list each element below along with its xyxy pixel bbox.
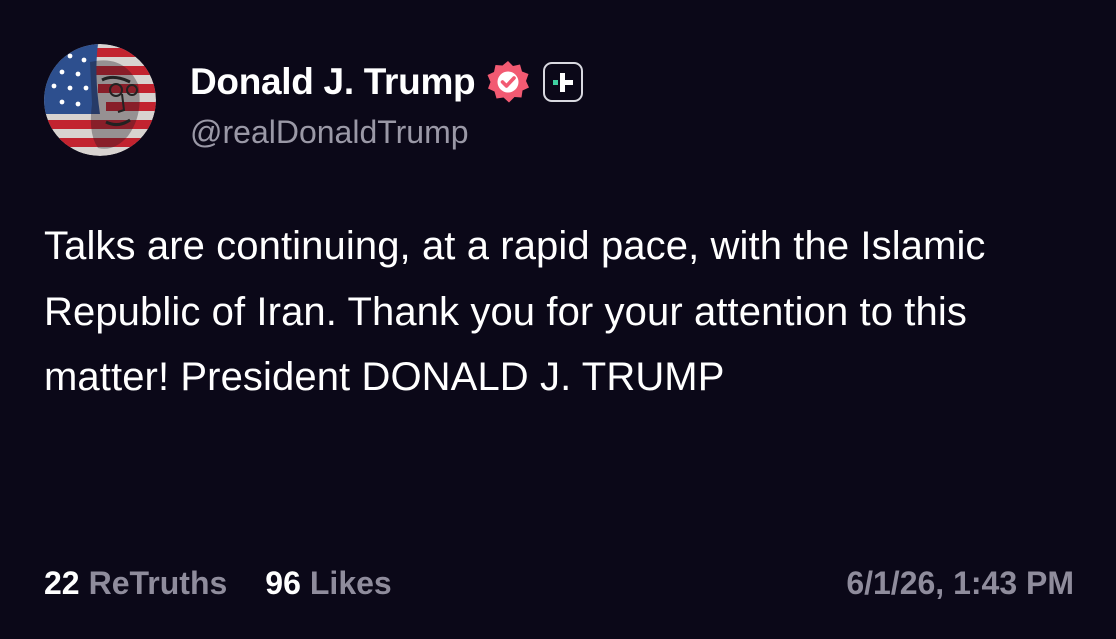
likes-label: Likes: [309, 564, 392, 601]
author-handle[interactable]: @realDonaldTrump: [190, 114, 469, 151]
post-card: Donald J. Trump @realDonaldTrump Talks a…: [0, 0, 1116, 639]
avatar-image: [44, 44, 156, 156]
post-body-text: Talks are continuing, at a rapid pace, w…: [44, 224, 986, 399]
likes-count: 96: [265, 564, 301, 601]
post-footer: 22 ReTruths 96 Likes 6/1/26, 1:43 PM: [44, 558, 1074, 608]
author-name-row: Donald J. Trump: [190, 58, 584, 106]
retruths-count: 22: [44, 564, 80, 601]
retruths-stat[interactable]: 22 ReTruths: [44, 565, 227, 602]
plus-badge-icon: [543, 62, 584, 102]
verified-badge-icon: [485, 59, 531, 105]
author-display-name[interactable]: Donald J. Trump: [190, 61, 476, 103]
avatar[interactable]: [44, 44, 156, 156]
post-timestamp: 6/1/26, 1:43 PM: [846, 564, 1074, 601]
likes-stat[interactable]: 96 Likes: [265, 565, 391, 602]
retruths-label: ReTruths: [88, 564, 228, 601]
